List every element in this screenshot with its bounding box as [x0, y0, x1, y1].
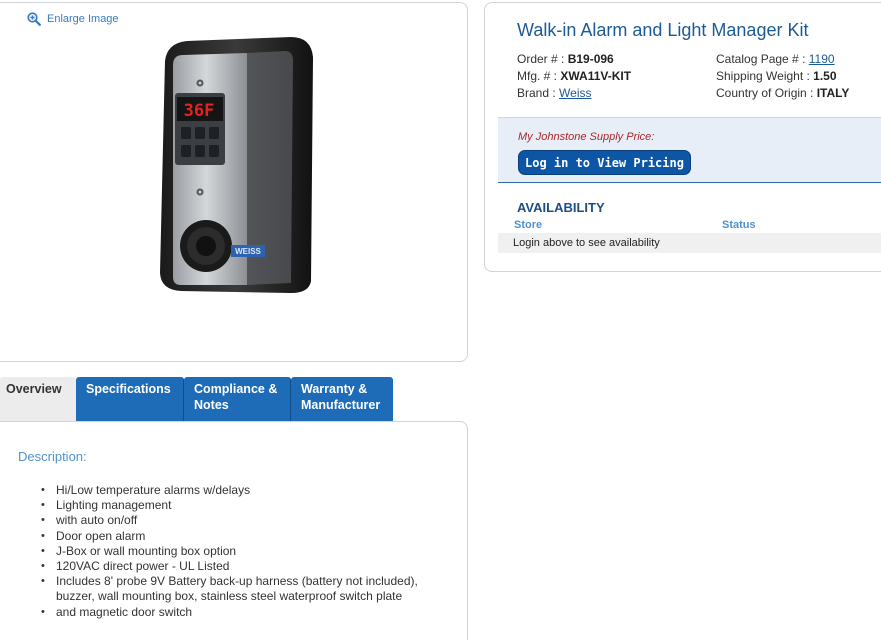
controller-display: 36F — [184, 101, 215, 121]
brand: Brand : Weiss — [517, 86, 592, 100]
list-item: and magnetic door switch — [41, 605, 451, 620]
tab-warranty-manufacturer[interactable]: Warranty & Manufacturer — [291, 377, 393, 421]
list-item: Includes 8' probe 9V Battery back-up har… — [41, 574, 451, 604]
device-brand-label: WEISS — [235, 247, 261, 256]
zoom-icon — [27, 12, 41, 26]
product-info-panel: Walk-in Alarm and Light Manager Kit Orde… — [484, 2, 881, 272]
shipping-weight-value: 1.50 — [813, 69, 837, 83]
catalog-page-link[interactable]: 1190 — [809, 52, 835, 66]
order-number-value: B19-096 — [567, 52, 614, 66]
description-panel: Description: Hi/Low temperature alarms w… — [0, 421, 468, 640]
list-item: Hi/Low temperature alarms w/delays — [41, 483, 451, 498]
description-list: Hi/Low temperature alarms w/delays Light… — [41, 483, 451, 620]
tab-compliance-notes[interactable]: Compliance & Notes — [184, 377, 291, 421]
tab-overview[interactable]: Overview — [0, 377, 76, 421]
catalog-page: Catalog Page # : 1190 — [716, 52, 835, 66]
mfg-number: Mfg. # : XWA11V-KIT — [517, 69, 632, 83]
price-label: My Johnstone Supply Price: — [518, 131, 655, 143]
product-image-panel: Enlarge Image 36F WEISS — [0, 2, 468, 362]
brand-link[interactable]: Weiss — [559, 86, 591, 100]
product-title: Walk-in Alarm and Light Manager Kit — [517, 20, 809, 40]
list-item: with auto on/off — [41, 513, 451, 528]
enlarge-image-label: Enlarge Image — [47, 13, 119, 25]
list-item: Door open alarm — [41, 529, 451, 544]
list-item: J-Box or wall mounting box option — [41, 544, 451, 559]
product-image[interactable]: 36F WEISS — [151, 35, 321, 297]
mfg-number-value: XWA11V-KIT — [560, 69, 632, 83]
availability-title: AVAILABILITY — [517, 200, 605, 215]
shipping-weight: Shipping Weight : 1.50 — [716, 69, 837, 83]
column-status: Status — [722, 219, 756, 231]
list-item: 120VAC direct power - UL Listed — [41, 559, 451, 574]
country-of-origin: Country of Origin : ITALY — [716, 86, 850, 100]
country-of-origin-value: ITALY — [816, 86, 850, 100]
description-title: Description: — [18, 449, 87, 464]
list-item: Lighting management — [41, 498, 451, 513]
product-tabs: Overview Specifications Compliance & Not… — [0, 377, 393, 421]
order-number: Order # : B19-096 — [517, 52, 614, 66]
tab-specifications[interactable]: Specifications — [76, 377, 184, 421]
enlarge-image-link[interactable]: Enlarge Image — [27, 12, 119, 26]
availability-header: Store Status — [498, 219, 881, 233]
login-to-view-pricing-button[interactable]: Log in to View Pricing — [518, 150, 691, 175]
price-box: My Johnstone Supply Price: Log in to Vie… — [498, 117, 881, 183]
column-store: Store — [514, 219, 543, 231]
product-specs-right: Catalog Page # : 1190 Shipping Weight : … — [716, 51, 849, 102]
availability-row: Login above to see availability — [498, 233, 881, 253]
product-specs-left: Order # : B19-096 Mfg. # : XWA11V-KIT Br… — [517, 51, 631, 102]
